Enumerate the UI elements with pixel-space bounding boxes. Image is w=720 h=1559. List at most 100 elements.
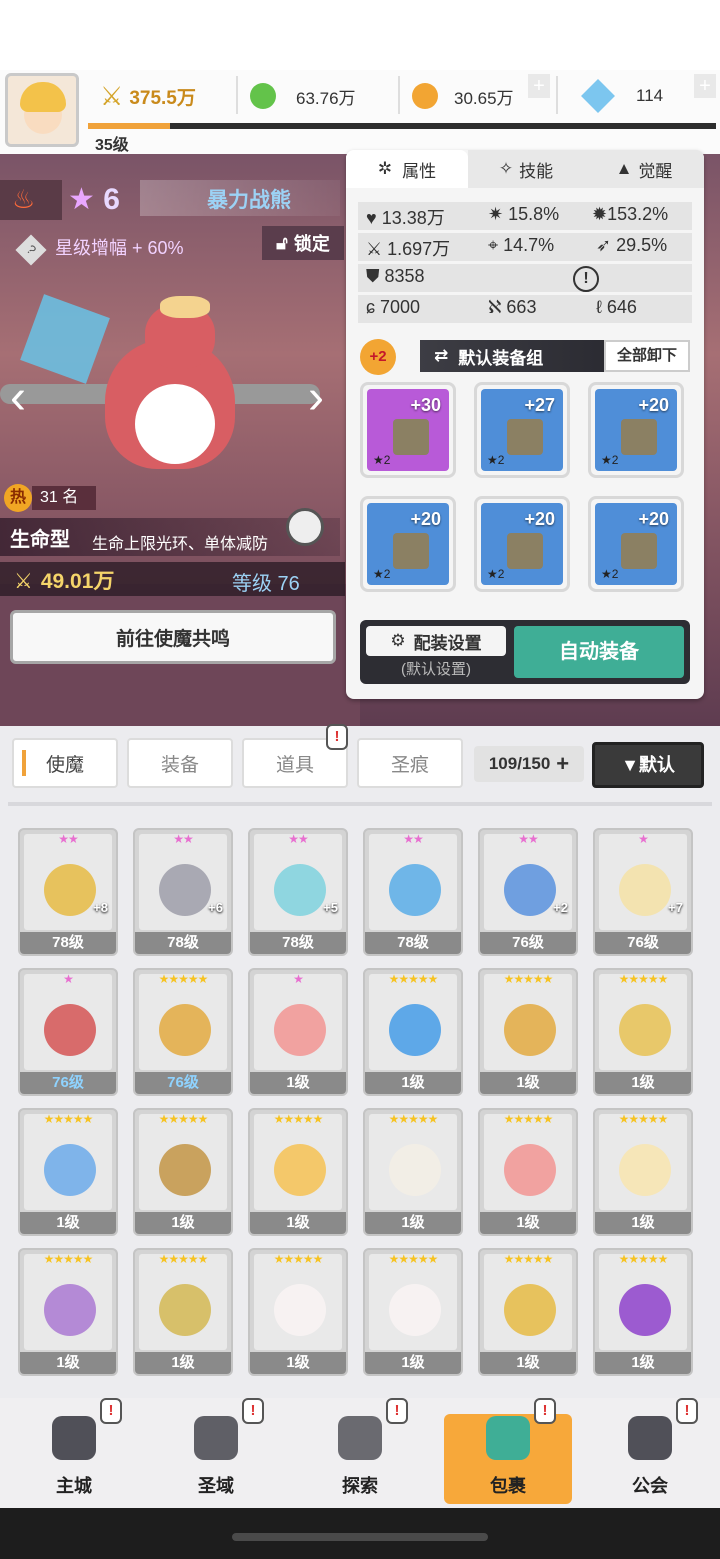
familiar-portrait: [369, 974, 457, 1070]
equipment-slot[interactable]: +20 ★2: [588, 382, 684, 478]
help-icon[interactable]: ?: [15, 234, 47, 266]
familiar-avatar: [619, 1144, 671, 1196]
equip-set-selector[interactable]: ⇄ 默认装备组: [420, 340, 608, 372]
familiar-avatar: [159, 1144, 211, 1196]
familiar-card[interactable]: ★★★★★ 1级: [593, 1108, 693, 1236]
familiar-portrait: [369, 834, 457, 930]
tab-attributes[interactable]: ✲ 属性: [346, 150, 468, 188]
rotate-icon[interactable]: [286, 508, 324, 546]
backpack-icon: [486, 1416, 530, 1460]
unequip-all-button[interactable]: 全部卸下: [604, 340, 690, 372]
familiar-stars: ★★★★★: [618, 1252, 669, 1266]
resonate-button[interactable]: 前往使魔共鸣: [10, 610, 336, 664]
familiar-stars: ★★★★★: [43, 1112, 94, 1126]
equipment-slot[interactable]: +27 ★2: [474, 382, 570, 478]
familiar-card[interactable]: ★★★★★ 1级: [133, 1248, 233, 1376]
tab-familiars[interactable]: 使魔: [12, 738, 118, 788]
nav-item[interactable]: 公会!: [590, 1398, 710, 1500]
familiar-card[interactable]: ★★★★★ 1级: [363, 1108, 463, 1236]
nav-label: 包裹: [490, 1476, 526, 1496]
familiar-avatar: [504, 864, 556, 916]
home-indicator[interactable]: [232, 1533, 488, 1541]
player-avatar[interactable]: [5, 73, 79, 147]
familiar-stars: ★: [293, 972, 304, 986]
crit-dmg-stat: ✹153.2%: [592, 204, 669, 224]
speed-stat: ➶ 29.5%: [596, 235, 668, 255]
crosshair-icon: ⌖: [488, 235, 504, 255]
hidden-stat-hint[interactable]: !: [480, 266, 692, 292]
equip-settings-sub: (默认设置): [401, 661, 471, 678]
familiar-portrait: [484, 1254, 572, 1350]
familiar-card[interactable]: ★★★★★ 1级: [363, 968, 463, 1096]
familiar-card[interactable]: ★★★★★ 1级: [248, 1108, 348, 1236]
familiar-card[interactable]: ★★★★★ 1级: [18, 1108, 118, 1236]
add-coins-button[interactable]: +: [528, 74, 550, 98]
equipment-slot[interactable]: +20 ★2: [474, 496, 570, 592]
familiar-card[interactable]: ★★★★★ 1级: [133, 1108, 233, 1236]
familiar-card[interactable]: ★ 76级: [18, 968, 118, 1096]
familiar-card[interactable]: ★★★★★ 1级: [478, 968, 578, 1096]
familiar-level: 1级: [20, 1212, 116, 1234]
auto-equip-button[interactable]: 自动装备: [514, 626, 684, 678]
equipment-slot[interactable]: +30 ★2: [360, 382, 456, 478]
divider: [398, 76, 400, 114]
sun-icon: ✹: [592, 204, 608, 224]
skill-icon: ✧: [498, 159, 514, 178]
tab-stigmata[interactable]: 圣痕: [357, 738, 463, 788]
portal-icon: [194, 1416, 238, 1460]
familiar-level: 1级: [250, 1072, 346, 1094]
tab-equipment[interactable]: 装备: [127, 738, 233, 788]
tab-awaken[interactable]: ▲ 觉醒: [584, 150, 704, 188]
slot-background: +27 ★2: [481, 389, 563, 471]
familiar-portrait: [369, 1114, 457, 1210]
familiar-stars: ★★: [518, 832, 539, 846]
nav-item[interactable]: 探索!: [300, 1398, 420, 1500]
equip-settings-button[interactable]: ⚙ 配装设置: [366, 626, 506, 656]
nav-label: 公会: [632, 1476, 668, 1496]
familiar-avatar: [504, 1004, 556, 1056]
familiar-card[interactable]: ★★★★★ 1级: [363, 1248, 463, 1376]
nav-item[interactable]: 主城!: [14, 1398, 134, 1500]
familiar-stars: ★: [638, 832, 649, 846]
capacity-display[interactable]: 109/150 +: [474, 746, 584, 782]
familiar-avatar: [504, 1284, 556, 1336]
lock-icon: 🔓︎: [276, 232, 288, 253]
familiar-level: 78级: [135, 932, 231, 954]
familiar-card[interactable]: ★ 1级: [248, 968, 348, 1096]
crystal-display: 114: [581, 79, 663, 113]
familiar-card[interactable]: ★★★★★ 1级: [248, 1248, 348, 1376]
familiar-portrait: [24, 1114, 112, 1210]
familiar-card[interactable]: ★★★★★ 1级: [18, 1248, 118, 1376]
nav-item[interactable]: 圣域!: [156, 1398, 276, 1500]
familiar-card[interactable]: ★★ +2 76级: [478, 828, 578, 956]
familiar-card[interactable]: ★★★★★ 76级: [133, 968, 233, 1096]
add-crystals-button[interactable]: +: [694, 74, 716, 98]
familiar-card[interactable]: ★★★★★ 1级: [478, 1108, 578, 1236]
crossed-swords-icon: ⚔: [14, 570, 33, 593]
familiar-card[interactable]: ★★★★★ 1级: [478, 1248, 578, 1376]
familiar-card[interactable]: ★★ 78级: [363, 828, 463, 956]
enhance-level: +30: [410, 395, 441, 415]
prev-hero-arrow[interactable]: ‹: [10, 370, 42, 430]
familiar-card[interactable]: ★★ +8 78级: [18, 828, 118, 956]
familiar-card[interactable]: ★ +7 76级: [593, 828, 693, 956]
familiar-card[interactable]: ★★ +5 78级: [248, 828, 348, 956]
equipment-slot[interactable]: +20 ★2: [360, 496, 456, 592]
next-hero-arrow[interactable]: ›: [308, 370, 340, 430]
equipment-slot[interactable]: +20 ★2: [588, 496, 684, 592]
familiar-stars: ★★★★★: [388, 1112, 439, 1126]
equip-level-badge: +2: [360, 339, 396, 375]
lock-button[interactable]: 🔓︎ 锁定: [262, 226, 344, 260]
heat-rank: 31 名: [32, 486, 96, 510]
familiar-card[interactable]: ★★★★★ 1级: [593, 968, 693, 1096]
sort-dropdown[interactable]: ▼默认: [592, 742, 704, 788]
familiar-card[interactable]: ★★★★★ 1级: [593, 1248, 693, 1376]
familiar-stars: ★★★★★: [388, 972, 439, 986]
familiar-level: 1级: [595, 1212, 691, 1234]
tab-skills[interactable]: ✧ 技能: [468, 150, 584, 188]
boots-icon: [621, 533, 657, 569]
nav-item[interactable]: 包裹!: [448, 1398, 568, 1500]
familiar-card[interactable]: ★★ +6 78级: [133, 828, 233, 956]
sword-stone-icon: [338, 1416, 382, 1460]
star-boost[interactable]: ? 星级增幅 + 60%: [15, 234, 184, 266]
